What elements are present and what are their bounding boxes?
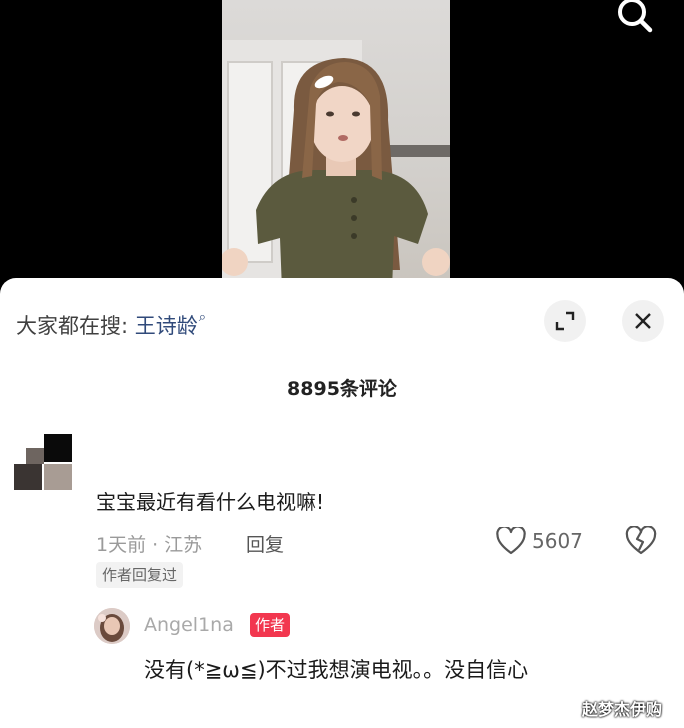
search-suggestion-prefix: 大家都在搜: [16, 314, 135, 338]
comment-count: 8895条评论 [287, 378, 397, 400]
expand-icon [555, 311, 575, 331]
reply-avatar[interactable] [94, 608, 130, 644]
video-area[interactable] [0, 0, 684, 290]
video-frame[interactable] [222, 0, 450, 290]
avatar-image [14, 434, 72, 492]
like-button[interactable]: 5607 [496, 526, 583, 556]
reply-text: 没有(*≧ω≦)不过我想演电视。。没自信心 [144, 658, 529, 682]
heart-icon [496, 527, 526, 555]
comments-panel: 大家都在搜: 王诗龄⌕ 8895条评论 宝宝最近有看什么电视嘛! 1天前 · 江… [0, 278, 684, 728]
reply-avatar-image [94, 608, 130, 644]
close-button[interactable] [622, 300, 664, 342]
expand-button[interactable] [544, 300, 586, 342]
search-suggestion[interactable]: 大家都在搜: 王诗龄⌕ [16, 310, 206, 340]
dislike-button[interactable] [624, 525, 658, 556]
author-replied-tag: 作者回复过 [96, 562, 184, 588]
commenter-avatar[interactable] [14, 434, 72, 492]
comment-meta: 1天前 · 江苏 [96, 534, 203, 556]
search-icon [618, 0, 653, 33]
video-still-image [222, 40, 450, 290]
reply-username[interactable]: Angel1na [144, 614, 234, 636]
watermark: 赵梦杰伊购 [582, 700, 663, 719]
search-button[interactable] [612, 0, 658, 36]
like-count: 5607 [532, 529, 583, 553]
small-search-icon: ⌕ [198, 310, 207, 325]
reply-button[interactable]: 回复 [246, 530, 284, 557]
broken-heart-icon [625, 525, 657, 555]
search-suggestion-keyword[interactable]: 王诗龄 [135, 314, 198, 338]
close-icon [635, 313, 651, 329]
comment-text: 宝宝最近有看什么电视嘛! [96, 490, 325, 514]
author-badge: 作者 [250, 613, 291, 637]
